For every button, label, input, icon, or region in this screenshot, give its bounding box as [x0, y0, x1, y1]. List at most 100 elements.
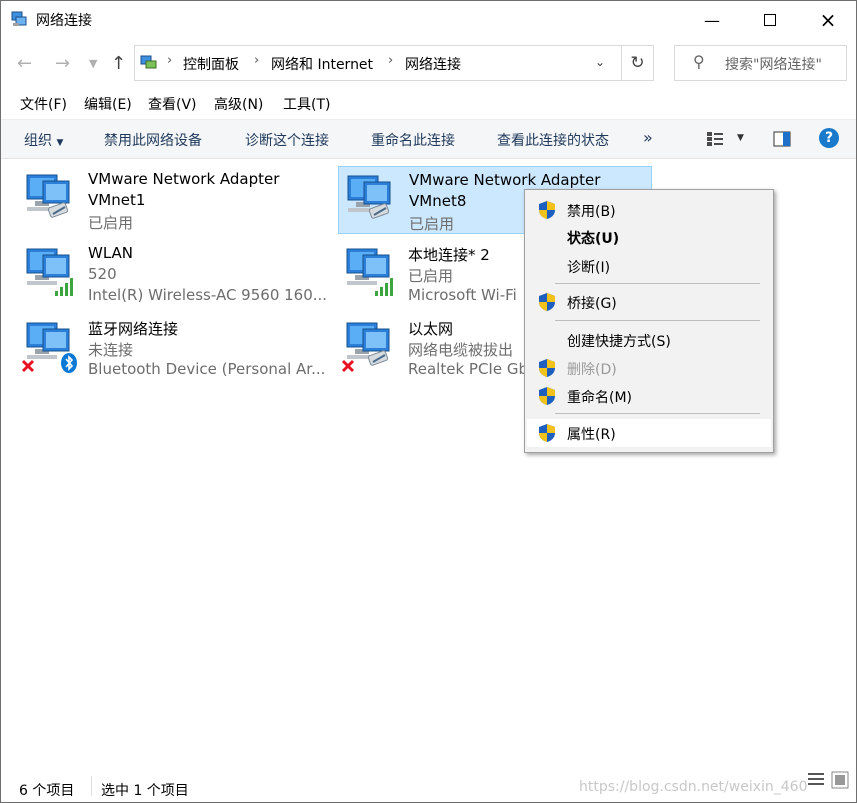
connection-item-bluetooth[interactable]: 蓝牙网络连接 未连接 Bluetooth Device (Personal Ar…	[18, 314, 326, 380]
status-divider	[91, 776, 92, 796]
context-menu-status[interactable]: 状态(U)	[527, 224, 771, 250]
command-bar: 组织 ▼ 禁用此网络设备 诊断这个连接 重命名此连接 查看此连接的状态 » ▼ …	[1, 119, 856, 159]
maximize-button[interactable]	[741, 1, 799, 39]
bluetooth-adapter-icon	[21, 322, 77, 373]
maximize-icon	[764, 14, 776, 26]
connection-status: 已启用	[408, 267, 454, 285]
window-title: 网络连接	[36, 13, 92, 29]
context-menu-delete: 删除(D)	[527, 355, 771, 381]
forward-arrow-icon[interactable]: →	[55, 53, 70, 74]
context-menu-label: 状态(U)	[567, 231, 620, 247]
connection-name: 以太网	[408, 320, 454, 338]
wifi-adapter-icon	[346, 248, 393, 296]
connection-detail: VMnet1	[88, 191, 146, 209]
menu-file[interactable]: 文件(F)	[20, 94, 67, 114]
network-folder-icon	[11, 11, 27, 26]
menu-separator	[555, 320, 760, 321]
context-menu-label: 诊断(I)	[567, 260, 611, 276]
context-menu-diagnose[interactable]: 诊断(I)	[527, 253, 771, 279]
connection-name: 蓝牙网络连接	[88, 320, 179, 338]
minimize-button[interactable]: —	[683, 1, 741, 39]
breadcrumb-chevron-icon: ›	[388, 53, 394, 68]
wifi-adapter-icon	[26, 248, 73, 296]
connection-device: Realtek PCIe Gb	[408, 360, 528, 378]
preview-pane-icon[interactable]	[773, 131, 791, 147]
item-count: 6 个项目	[19, 783, 75, 799]
large-icons-view-icon[interactable]	[831, 771, 849, 789]
menu-tools[interactable]: 工具(T)	[283, 94, 330, 114]
search-icon: ⚲	[693, 52, 705, 71]
uac-shield-icon	[539, 201, 555, 219]
connection-status: 已启用	[409, 215, 455, 233]
connection-device: Intel(R) Wireless-AC 9560 160...	[88, 286, 328, 304]
more-commands-button[interactable]: »	[643, 128, 653, 147]
context-menu-label: 属性(R)	[567, 427, 616, 443]
organize-button[interactable]: 组织 ▼	[24, 130, 63, 150]
refresh-button[interactable]: ↻	[621, 46, 653, 80]
close-button[interactable]: ×	[799, 1, 856, 39]
context-menu-label: 重命名(M)	[567, 390, 633, 406]
context-menu-rename[interactable]: 重命名(M)	[527, 383, 771, 409]
back-arrow-icon[interactable]: ←	[17, 53, 32, 74]
connection-device: Microsoft Wi-Fi	[408, 286, 517, 304]
breadcrumb-network-connections[interactable]: 网络连接	[405, 54, 461, 74]
context-menu: 禁用(B) 状态(U) 诊断(I) 桥接(G) 创建快捷方式(S) 删除(D) …	[524, 189, 774, 453]
breadcrumb-control-panel[interactable]: 控制面板	[183, 54, 239, 74]
menu-advanced[interactable]: 高级(N)	[214, 94, 263, 114]
breadcrumb-chevron-icon: ›	[254, 53, 260, 68]
menu-edit[interactable]: 编辑(E)	[84, 94, 132, 114]
connection-name: VMware Network Adapter	[409, 171, 601, 189]
network-adapter-icon	[26, 174, 70, 218]
uac-shield-icon	[539, 424, 555, 442]
connection-name: WLAN	[88, 244, 134, 262]
context-menu-bridge[interactable]: 桥接(G)	[527, 289, 771, 315]
context-menu-label: 桥接(G)	[567, 296, 617, 312]
menu-separator	[555, 413, 760, 414]
watermark: https://blog.csdn.net/weixin_460	[579, 779, 808, 795]
address-bar[interactable]: › 控制面板 › 网络和 Internet › 网络连接 ⌄ ↻	[134, 45, 654, 81]
uac-shield-icon	[539, 293, 555, 311]
close-icon: ×	[819, 8, 837, 32]
selected-count: 选中 1 个项目	[101, 783, 189, 799]
menu-bar: 文件(F) 编辑(E) 查看(V) 高级(N) 工具(T)	[1, 91, 856, 115]
address-dropdown-chevron-down-icon[interactable]: ⌄	[595, 55, 605, 69]
search-box[interactable]: ⚲ 搜索"网络连接"	[674, 45, 847, 81]
search-placeholder: 搜索"网络连接"	[725, 57, 822, 73]
organize-chevron-down-icon: ▼	[56, 138, 64, 148]
diagnose-button[interactable]: 诊断这个连接	[245, 130, 329, 150]
view-options-icon[interactable]	[706, 131, 724, 147]
connection-status: 未连接	[88, 341, 134, 359]
details-view-icon[interactable]	[807, 771, 825, 789]
uac-shield-icon	[539, 359, 555, 377]
connection-name: 本地连接* 2	[408, 246, 490, 264]
connection-item-wlan[interactable]: WLAN 520 Intel(R) Wireless-AC 9560 160..…	[18, 240, 328, 306]
context-menu-create-shortcut[interactable]: 创建快捷方式(S)	[527, 327, 771, 353]
help-icon[interactable]: ?	[819, 128, 839, 148]
connection-detail: 520	[88, 265, 117, 283]
recent-chevron-down-icon[interactable]: ▼	[89, 57, 97, 70]
connection-status: 网络电缆被拔出	[408, 341, 514, 359]
connection-device: Bluetooth Device (Personal Ar...	[88, 360, 326, 378]
context-menu-properties[interactable]: 属性(R)	[527, 419, 771, 447]
breadcrumb-chevron-icon: ›	[167, 53, 173, 68]
view-options-chevron-down-icon[interactable]: ▼	[737, 133, 744, 143]
disable-device-button[interactable]: 禁用此网络设备	[104, 130, 202, 150]
network-connections-window: 网络连接 — × ← → ▼ ↑ › 控制面板 › 网络和 Internet ›…	[0, 0, 857, 803]
view-status-button[interactable]: 查看此连接的状态	[497, 130, 609, 150]
menu-view[interactable]: 查看(V)	[148, 94, 197, 114]
context-menu-label: 创建快捷方式(S)	[567, 334, 671, 350]
minimize-icon: —	[704, 10, 720, 30]
connection-detail: VMnet8	[409, 192, 467, 210]
context-menu-disable[interactable]: 禁用(B)	[527, 197, 771, 223]
connection-item-vmnet1[interactable]: VMware Network Adapter VMnet1 已启用	[18, 166, 324, 232]
organize-label: 组织	[24, 133, 52, 149]
rename-button[interactable]: 重命名此连接	[371, 130, 455, 150]
context-menu-label: 禁用(B)	[567, 204, 616, 220]
breadcrumb-network-internet[interactable]: 网络和 Internet	[271, 54, 373, 74]
up-arrow-icon[interactable]: ↑	[111, 53, 126, 74]
title-bar: 网络连接 — ×	[1, 1, 856, 39]
context-menu-label: 删除(D)	[567, 362, 617, 378]
connection-name: VMware Network Adapter	[88, 170, 280, 188]
control-panel-icon	[140, 55, 157, 69]
refresh-icon: ↻	[630, 53, 645, 73]
